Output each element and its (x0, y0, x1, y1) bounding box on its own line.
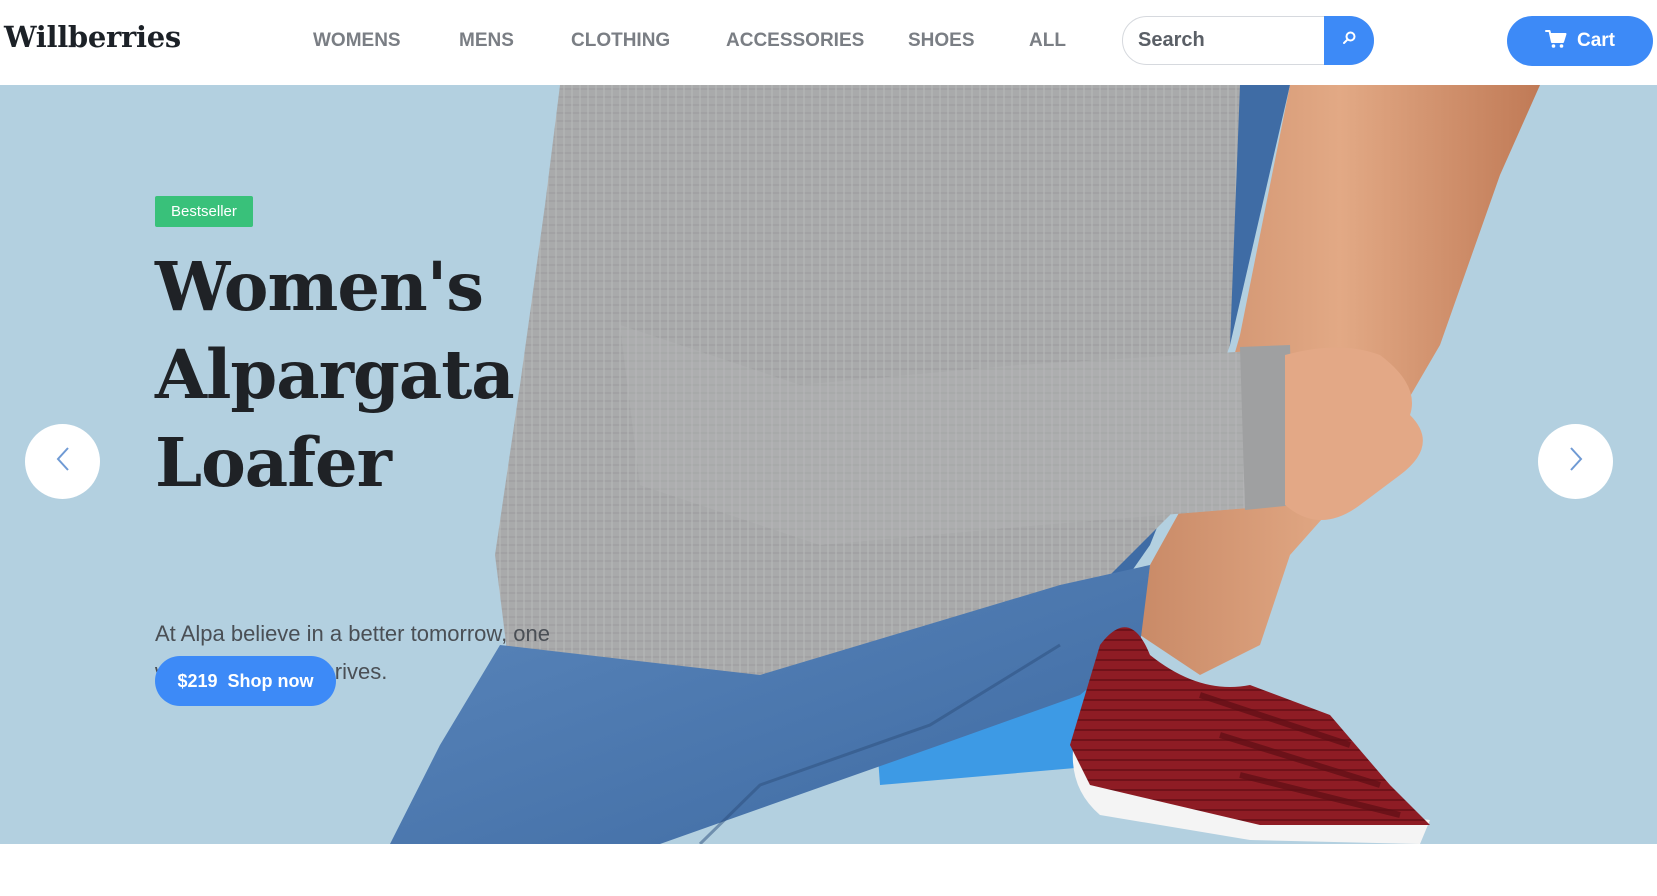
nav-item-clothing[interactable]: CLOTHING (571, 30, 670, 52)
shop-now-button[interactable]: $219 Shop now (155, 656, 336, 706)
nav-item-womens[interactable]: WOMENS (313, 30, 401, 52)
cart-label: Cart (1576, 30, 1615, 51)
main-nav: WOMENS MENS CLOTHING ACCESSORIES SHOES A… (0, 0, 1100, 85)
search-input[interactable] (1123, 17, 1323, 64)
hero-title-line: Women's (155, 247, 484, 326)
hero-title: Women's Alpargata Loafer (155, 243, 575, 507)
slider-next-button[interactable] (1538, 424, 1613, 499)
price-label: $219 (177, 670, 218, 691)
hero-slider: Bestseller Women's Alpargata Loafer At A… (0, 85, 1657, 844)
hero-title-line: Loafer (155, 423, 392, 502)
search-icon (1341, 30, 1357, 51)
chevron-right-icon (1568, 446, 1584, 477)
slider-prev-button[interactable] (25, 424, 100, 499)
chevron-left-icon (55, 446, 71, 477)
hero-title-line: Alpargata (155, 335, 515, 414)
cart-icon (1544, 29, 1567, 54)
bestseller-badge: Bestseller (155, 196, 253, 227)
nav-item-shoes[interactable]: SHOES (908, 30, 975, 52)
nav-item-all[interactable]: ALL (1029, 30, 1066, 52)
cart-button[interactable]: Cart (1507, 16, 1653, 66)
nav-item-accessories[interactable]: ACCESSORIES (726, 30, 864, 52)
site-header: Willberries WOMENS MENS CLOTHING ACCESSO… (0, 0, 1657, 85)
nav-item-mens[interactable]: MENS (459, 30, 514, 52)
search-button[interactable] (1324, 16, 1374, 65)
shop-now-label: Shop now (227, 670, 314, 691)
